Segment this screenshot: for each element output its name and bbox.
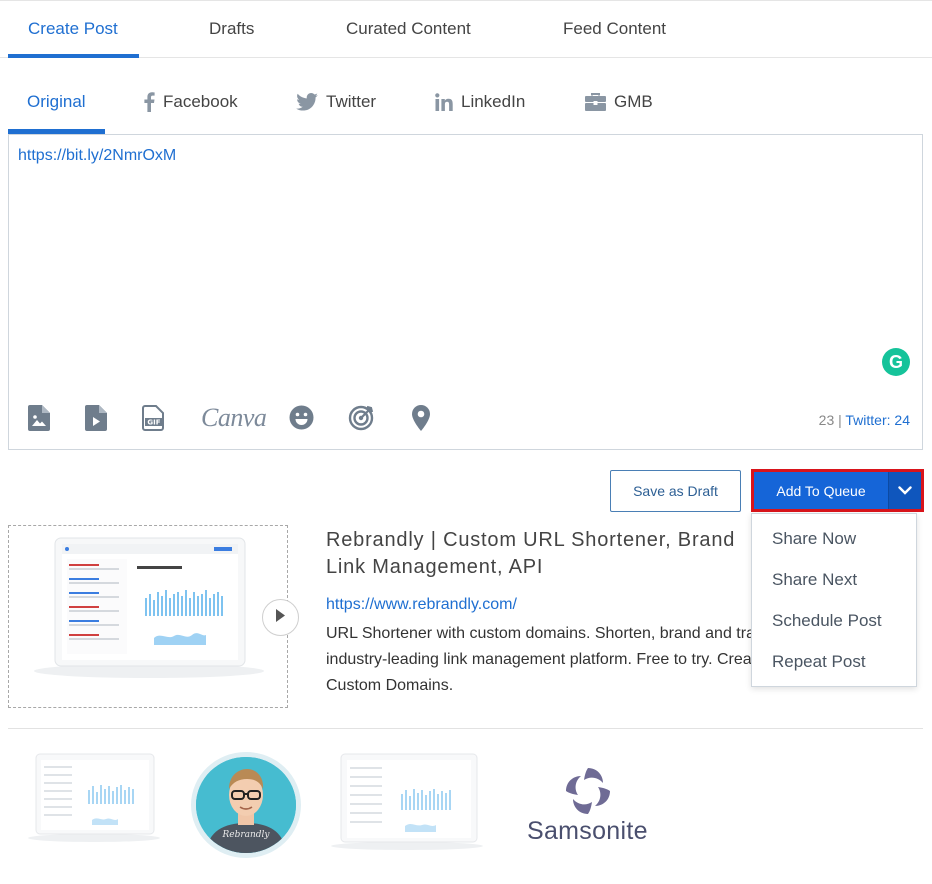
menu-item-share-next[interactable]: Share Next <box>772 570 857 590</box>
tab-create-post[interactable]: Create Post <box>28 19 118 39</box>
network-tab-original[interactable]: Original <box>27 92 86 112</box>
char-count: 23 <box>818 412 835 428</box>
queue-options-toggle[interactable] <box>888 472 921 509</box>
video-icon[interactable] <box>85 405 107 431</box>
target-icon[interactable] <box>348 405 374 431</box>
tab-feed-content[interactable]: Feed Content <box>563 19 666 39</box>
menu-item-schedule-post[interactable]: Schedule Post <box>772 611 882 631</box>
network-tab-label: GMB <box>614 92 653 111</box>
tab-drafts[interactable]: Drafts <box>209 19 254 39</box>
network-tab-linkedin[interactable]: LinkedIn <box>435 92 525 112</box>
post-text[interactable]: https://bit.ly/2NmrOxM <box>18 147 176 165</box>
preview-url[interactable]: https://www.rebrandly.com/ <box>326 596 517 614</box>
network-tab-twitter[interactable]: Twitter <box>296 92 376 112</box>
add-to-queue-group: Add To Queue <box>751 469 924 512</box>
post-editor[interactable]: https://bit.ly/2NmrOxM G GIF Canva 23 | … <box>8 134 923 450</box>
preview-next-button[interactable] <box>262 599 299 636</box>
briefcase-icon <box>585 93 606 111</box>
preview-title-container: Rebrandly | Custom URL Shortener, Brand … <box>326 527 751 583</box>
image-icon[interactable] <box>28 405 50 431</box>
network-tab-facebook[interactable]: Facebook <box>143 92 238 112</box>
preview-title: Rebrandly | Custom URL Shortener, Brand … <box>326 529 736 578</box>
play-icon <box>275 608 286 628</box>
twitter-char-count: Twitter: 24 <box>845 412 910 428</box>
link-preview-image <box>8 525 288 708</box>
emoji-icon[interactable] <box>289 405 314 430</box>
network-tab-label: LinkedIn <box>461 92 526 111</box>
thumbnail-image-1[interactable] <box>24 752 164 849</box>
queue-options-menu: Share Now Share Next Schedule Post Repea… <box>751 513 917 687</box>
menu-item-repeat-post[interactable]: Repeat Post <box>772 652 866 672</box>
network-tab-gmb[interactable]: GMB <box>585 92 653 112</box>
character-counter: 23 | Twitter: 24 <box>819 412 910 428</box>
menu-item-share-now[interactable]: Share Now <box>772 529 856 549</box>
location-icon[interactable] <box>412 405 430 431</box>
samsonite-logo-icon[interactable] <box>562 766 614 821</box>
grammarly-icon[interactable]: G <box>882 348 910 376</box>
avatar-shirt-text: Rebrandly <box>221 830 270 840</box>
add-to-queue-button[interactable]: Add To Queue <box>754 472 888 509</box>
facebook-icon <box>143 92 155 112</box>
twitter-icon <box>296 93 318 111</box>
samsonite-logo-text: Samsonite <box>527 817 648 845</box>
network-tab-label: Original <box>27 92 86 111</box>
network-tab-label: Twitter <box>326 92 377 111</box>
save-as-draft-button[interactable]: Save as Draft <box>610 470 741 512</box>
linkedin-icon <box>435 93 453 111</box>
main-tab-bar: Create Post Drafts Curated Content Feed … <box>0 0 932 58</box>
gif-icon[interactable]: GIF <box>142 405 166 431</box>
thumbnail-avatar[interactable]: Rebrandly <box>196 757 296 853</box>
svg-text:GIF: GIF <box>147 419 160 427</box>
network-tab-label: Facebook <box>163 92 238 111</box>
active-tab-indicator <box>8 54 139 58</box>
counter-separator: | <box>838 412 842 428</box>
tab-curated-content[interactable]: Curated Content <box>346 19 471 39</box>
chevron-down-icon <box>898 482 912 500</box>
canva-button[interactable]: Canva <box>201 403 267 433</box>
section-divider <box>8 728 923 729</box>
thumbnail-image-2[interactable] <box>327 752 487 857</box>
